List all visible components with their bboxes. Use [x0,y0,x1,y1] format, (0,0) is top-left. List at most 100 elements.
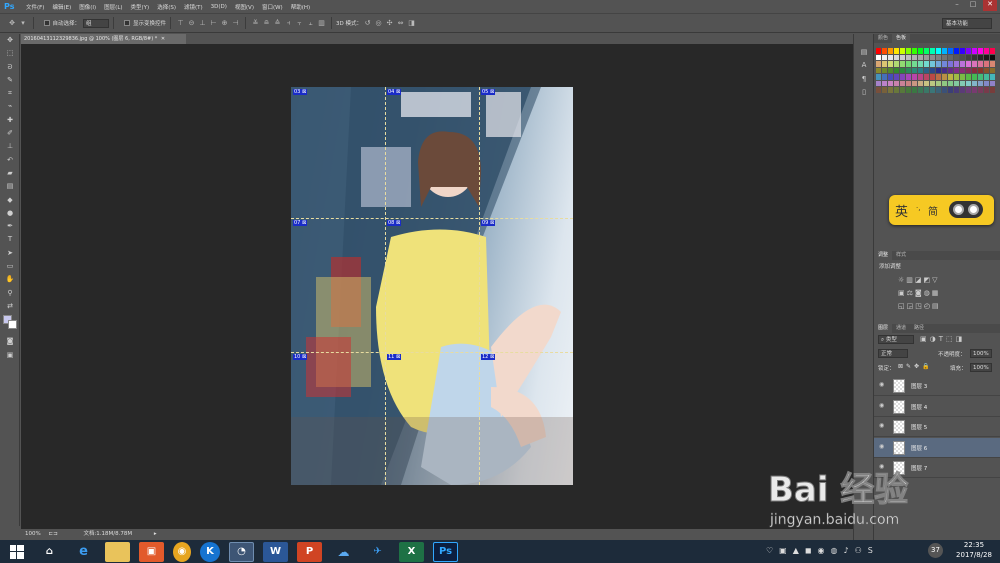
pen-tool-icon[interactable]: ✒ [0,220,20,233]
color-swatch[interactable] [912,87,917,93]
opacity-input[interactable]: 100% [970,349,992,358]
color-swatch[interactable] [942,74,947,80]
menu-3d[interactable]: 3D(D) [207,4,231,10]
quick-select-tool-icon[interactable]: ✎ [0,74,20,87]
color-swatch[interactable] [984,80,989,86]
layer-filter-icons[interactable]: ▣◑T⬚◨ [920,335,965,343]
guide-line-vertical[interactable] [479,87,480,485]
align-hcenter-icon[interactable]: ⊕ [221,19,229,27]
color-swatch[interactable] [978,87,983,93]
ppt-red-icon[interactable]: ▣ [139,541,164,562]
color-swatch[interactable] [912,61,917,67]
color-swatch[interactable] [894,74,899,80]
fill-input[interactable]: 100% [970,363,992,372]
color-swatch[interactable] [882,67,887,73]
slice-badge[interactable]: 11 ⊠ [387,354,402,360]
color-swatch[interactable] [972,87,977,93]
layer-row[interactable]: ◉ 图层 4 [874,397,1000,417]
color-swatch[interactable] [918,48,923,54]
workspace-dropdown[interactable]: 基本功能 [942,18,992,29]
tool-presets-icon[interactable]: ▯ [854,86,874,99]
color-swatch[interactable] [882,54,887,60]
distribute-top-icon[interactable]: ≚ [252,19,260,27]
healing-brush-tool-icon[interactable]: ✚ [0,114,20,127]
color-swatch[interactable] [882,80,887,86]
browser-icon[interactable]: ◔ [229,541,254,562]
slice-badge[interactable]: 08 ⊠ [387,220,402,226]
ime-punctuation[interactable]: ·, [916,204,920,212]
color-swatch[interactable] [984,61,989,67]
color-swatch[interactable] [924,80,929,86]
color-swatch[interactable] [954,67,959,73]
color-swatch[interactable] [960,67,965,73]
menu-help[interactable]: 帮助(H) [287,3,314,11]
tab-adjustments[interactable]: 调整 [874,251,893,260]
color-swatch[interactable] [948,61,953,67]
gradient-tool-icon[interactable]: ▤ [0,180,20,193]
color-swatch[interactable] [960,48,965,54]
swap-colors-icon[interactable]: ⇄ [0,300,20,313]
clone-stamp-tool-icon[interactable]: ⊥ [0,140,20,153]
color-swatch[interactable] [942,61,947,67]
color-swatch[interactable] [924,67,929,73]
color-swatch[interactable] [924,74,929,80]
color-swatch[interactable] [888,67,893,73]
color-swatch[interactable] [978,80,983,86]
color-swatch[interactable] [930,48,935,54]
color-swatch[interactable] [990,80,995,86]
maximize-icon[interactable]: □ [966,0,980,11]
guide-line-horizontal[interactable] [291,352,573,353]
lock-icons[interactable]: ⊠✎✥🔒 [898,363,933,370]
color-swatch[interactable] [882,61,887,67]
layer-row[interactable]: ◉ 图层 3 [874,376,1000,396]
align-bottom-icon[interactable]: ⊥ [199,19,207,27]
color-swatch[interactable] [900,67,905,73]
color-swatch[interactable] [954,61,959,67]
color-swatch[interactable] [966,74,971,80]
color-swatch[interactable] [936,61,941,67]
color-swatch[interactable] [936,67,941,73]
screen-mode-icon[interactable]: ▣ [0,349,20,362]
color-swatch[interactable] [954,48,959,54]
color-swatch[interactable] [966,48,971,54]
home-icon[interactable]: ⌂ [37,542,62,562]
color-swatch[interactable] [954,74,959,80]
color-swatch[interactable] [960,87,965,93]
menu-file[interactable]: 文件(F) [22,3,48,11]
align-right-icon[interactable]: ⊣ [232,19,240,27]
menu-select[interactable]: 选择(S) [153,3,180,11]
menu-filter[interactable]: 滤镜(T) [180,3,207,11]
color-swatch[interactable] [930,61,935,67]
menu-view[interactable]: 视图(V) [231,3,258,11]
auto-select-checkbox[interactable] [43,20,50,26]
color-swatch[interactable] [978,48,983,54]
color-swatch[interactable] [888,54,893,60]
color-swatch[interactable] [990,87,995,93]
distribute-right-icon[interactable]: ⫠ [307,19,315,27]
system-tray-icons[interactable]: ♡▣▲◼◉◍♪⚇S [766,546,879,555]
color-swatch[interactable] [894,48,899,54]
color-swatch[interactable] [966,54,971,60]
color-swatch[interactable] [918,67,923,73]
ime-toolbar[interactable]: 英 ·, 简 [889,195,994,225]
3d-drag-icon[interactable]: ✣ [386,19,394,27]
color-swatch[interactable] [912,74,917,80]
color-swatch[interactable] [900,61,905,67]
color-swatch[interactable] [930,80,935,86]
powerpoint-icon[interactable]: P [297,541,322,562]
color-swatch[interactable] [924,61,929,67]
background-color[interactable] [8,320,17,330]
color-swatch[interactable] [948,80,953,86]
color-swatch[interactable] [936,48,941,54]
color-swatch[interactable] [930,67,935,73]
color-swatch[interactable] [948,54,953,60]
color-swatch[interactable] [978,54,983,60]
color-swatch[interactable] [972,61,977,67]
color-swatch[interactable] [912,80,917,86]
tab-paths[interactable]: 路径 [910,324,928,333]
align-top-icon[interactable]: ⊤ [177,19,185,27]
tray-badge[interactable]: 37 [928,543,943,558]
slice-badge[interactable]: 03 ⊠ [293,89,308,95]
path-select-tool-icon[interactable]: ➤ [0,247,20,260]
color-swatch[interactable] [882,74,887,80]
